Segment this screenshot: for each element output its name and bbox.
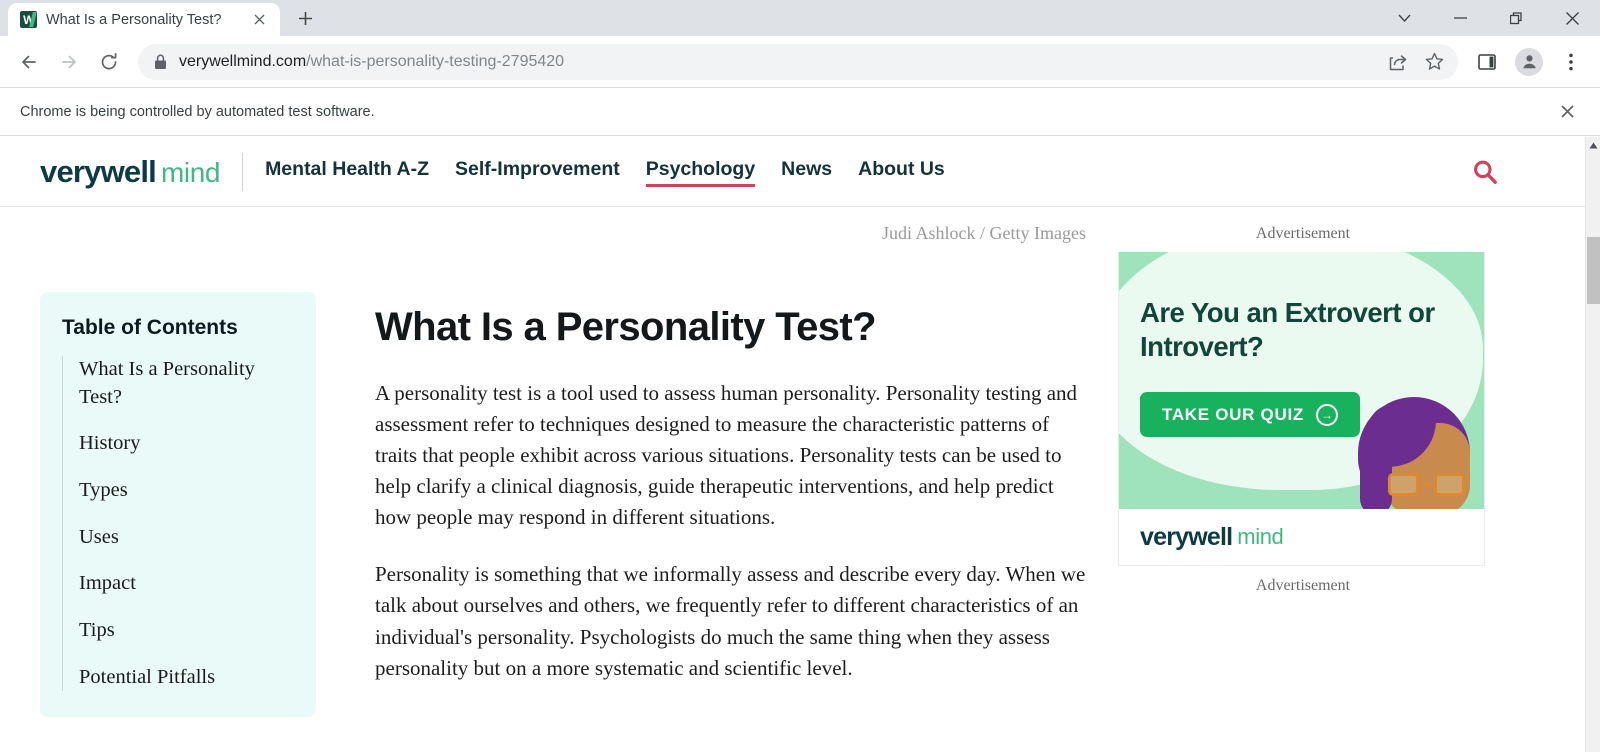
share-icon[interactable] bbox=[1382, 46, 1414, 78]
page-content: Table of Contents What Is a Personality … bbox=[0, 207, 1585, 718]
take-quiz-button[interactable]: TAKE OUR QUIZ → bbox=[1140, 392, 1360, 437]
url-path: /what-is-personality-testing-2795420 bbox=[306, 52, 565, 70]
lock-icon bbox=[154, 54, 167, 70]
toc-item-impact[interactable]: Impact bbox=[79, 570, 292, 598]
ad-brand-footer: verywell mind bbox=[1119, 509, 1484, 565]
toc-item-history[interactable]: History bbox=[79, 430, 292, 458]
table-of-contents: Table of Contents What Is a Personality … bbox=[40, 292, 316, 718]
search-icon bbox=[1474, 160, 1497, 184]
page-scrollbar[interactable] bbox=[1585, 137, 1600, 752]
automation-message: Chrome is being controlled by automated … bbox=[20, 103, 375, 120]
window-controls bbox=[1376, 0, 1600, 36]
toc-column: Table of Contents What Is a Personality … bbox=[0, 207, 345, 718]
toolbar-right-icons bbox=[1468, 43, 1590, 81]
site-logo[interactable]: verywell mind bbox=[40, 154, 220, 190]
toc-item-tips[interactable]: Tips bbox=[79, 617, 292, 645]
site-header: verywell mind Mental Health A-Z Self-Imp… bbox=[0, 137, 1585, 207]
image-credit: Judi Ashlock / Getty Images bbox=[882, 223, 1086, 243]
browser-toolbar: verywellmind.com/what-is-personality-tes… bbox=[0, 36, 1600, 88]
side-panel-icon[interactable] bbox=[1468, 43, 1506, 81]
url-domain: verywellmind.com bbox=[179, 52, 307, 70]
ad-headline: Are You an Extrovert or Introvert? bbox=[1140, 297, 1435, 362]
scrollbar-thumb[interactable] bbox=[1587, 237, 1600, 304]
close-window-icon[interactable] bbox=[1544, 0, 1600, 36]
article-paragraph: A personality test is a tool used to ass… bbox=[375, 381, 1078, 530]
url-text: verywellmind.com/what-is-personality-tes… bbox=[179, 53, 1370, 71]
glasses-bridge bbox=[1423, 483, 1430, 486]
star-icon[interactable] bbox=[1418, 46, 1450, 78]
page-viewport: verywell mind Mental Health A-Z Self-Imp… bbox=[0, 137, 1600, 752]
nav-item-news[interactable]: News bbox=[781, 158, 832, 185]
back-arrow-icon[interactable] bbox=[10, 43, 48, 81]
new-tab-button[interactable] bbox=[288, 1, 322, 35]
verywell-favicon-icon: W bbox=[20, 11, 37, 28]
glasses-lens-left bbox=[1388, 473, 1419, 496]
toc-item-uses[interactable]: Uses bbox=[79, 524, 292, 552]
logo-primary: verywell bbox=[40, 153, 157, 189]
nav-item-self-improvement[interactable]: Self-Improvement bbox=[455, 158, 620, 185]
tab-search-chevron-icon[interactable] bbox=[1376, 0, 1432, 36]
ad-brand-primary: verywell bbox=[1140, 522, 1233, 551]
browser-tab[interactable]: W What Is a Personality Test? bbox=[8, 3, 280, 36]
omnibox-icons bbox=[1382, 46, 1450, 78]
tab-strip: W What Is a Personality Test? bbox=[0, 0, 322, 36]
article-column: Judi Ashlock / Getty Images What Is a Pe… bbox=[345, 207, 1090, 717]
forward-arrow-icon[interactable] bbox=[50, 43, 88, 81]
toc-item-potential-pitfalls[interactable]: Potential Pitfalls bbox=[79, 664, 292, 692]
address-bar[interactable]: verywellmind.com/what-is-personality-tes… bbox=[138, 43, 1458, 80]
web-page: verywell mind Mental Health A-Z Self-Imp… bbox=[0, 137, 1585, 752]
logo-secondary: mind bbox=[160, 156, 221, 188]
arrow-right-icon: → bbox=[1315, 403, 1338, 426]
toc-title: Table of Contents bbox=[62, 316, 238, 339]
article-paragraph: Personality is something that we informa… bbox=[375, 562, 1086, 680]
ad-label-top: Advertisement bbox=[1255, 225, 1351, 242]
nav-item-mental-health-a-z[interactable]: Mental Health A-Z bbox=[265, 158, 429, 185]
logo-divider bbox=[242, 152, 244, 191]
minimize-icon[interactable] bbox=[1432, 0, 1488, 36]
character-illustration bbox=[1358, 397, 1476, 509]
infobar-close-icon[interactable] bbox=[1554, 99, 1580, 125]
tab-close-icon[interactable] bbox=[248, 9, 270, 31]
scroll-up-arrow-icon[interactable] bbox=[1586, 137, 1600, 153]
site-nav: Mental Health A-Z Self-Improvement Psych… bbox=[265, 158, 945, 187]
glasses-lens-right bbox=[1434, 473, 1465, 496]
nav-item-about-us[interactable]: About Us bbox=[858, 158, 945, 185]
browser-titlebar: W What Is a Personality Test? bbox=[0, 0, 1600, 36]
page-title: What Is a Personality Test? bbox=[375, 305, 877, 349]
search-button[interactable] bbox=[1471, 158, 1545, 186]
tab-title: What Is a Personality Test? bbox=[46, 11, 222, 28]
advertisement-card[interactable]: Are You an Extrovert or Introvert? TAKE … bbox=[1118, 252, 1485, 566]
automation-infobar: Chrome is being controlled by automated … bbox=[0, 88, 1600, 136]
ad-brand-secondary: mind bbox=[1237, 524, 1284, 549]
toc-list: What Is a Personality Test? History Type… bbox=[62, 356, 292, 692]
glasses-icon bbox=[1388, 473, 1465, 496]
nav-item-psychology[interactable]: Psychology bbox=[645, 158, 756, 187]
three-dot-menu-icon[interactable] bbox=[1552, 43, 1590, 81]
ad-column: Advertisement Are You an Extrovert or In… bbox=[1090, 207, 1510, 717]
toc-item-types[interactable]: Types bbox=[79, 477, 292, 505]
take-quiz-label: TAKE OUR QUIZ bbox=[1162, 404, 1304, 424]
ad-label-bottom: Advertisement bbox=[1255, 577, 1351, 594]
restore-icon[interactable] bbox=[1488, 0, 1544, 36]
browser-window: W What Is a Personality Test? verywellmi… bbox=[0, 0, 1600, 752]
ad-creative[interactable]: Are You an Extrovert or Introvert? TAKE … bbox=[1119, 252, 1484, 509]
reload-icon[interactable] bbox=[90, 43, 128, 81]
profile-avatar[interactable] bbox=[1515, 47, 1543, 76]
toc-item-what-is-a-personality-test[interactable]: What Is a Personality Test? bbox=[79, 356, 292, 411]
